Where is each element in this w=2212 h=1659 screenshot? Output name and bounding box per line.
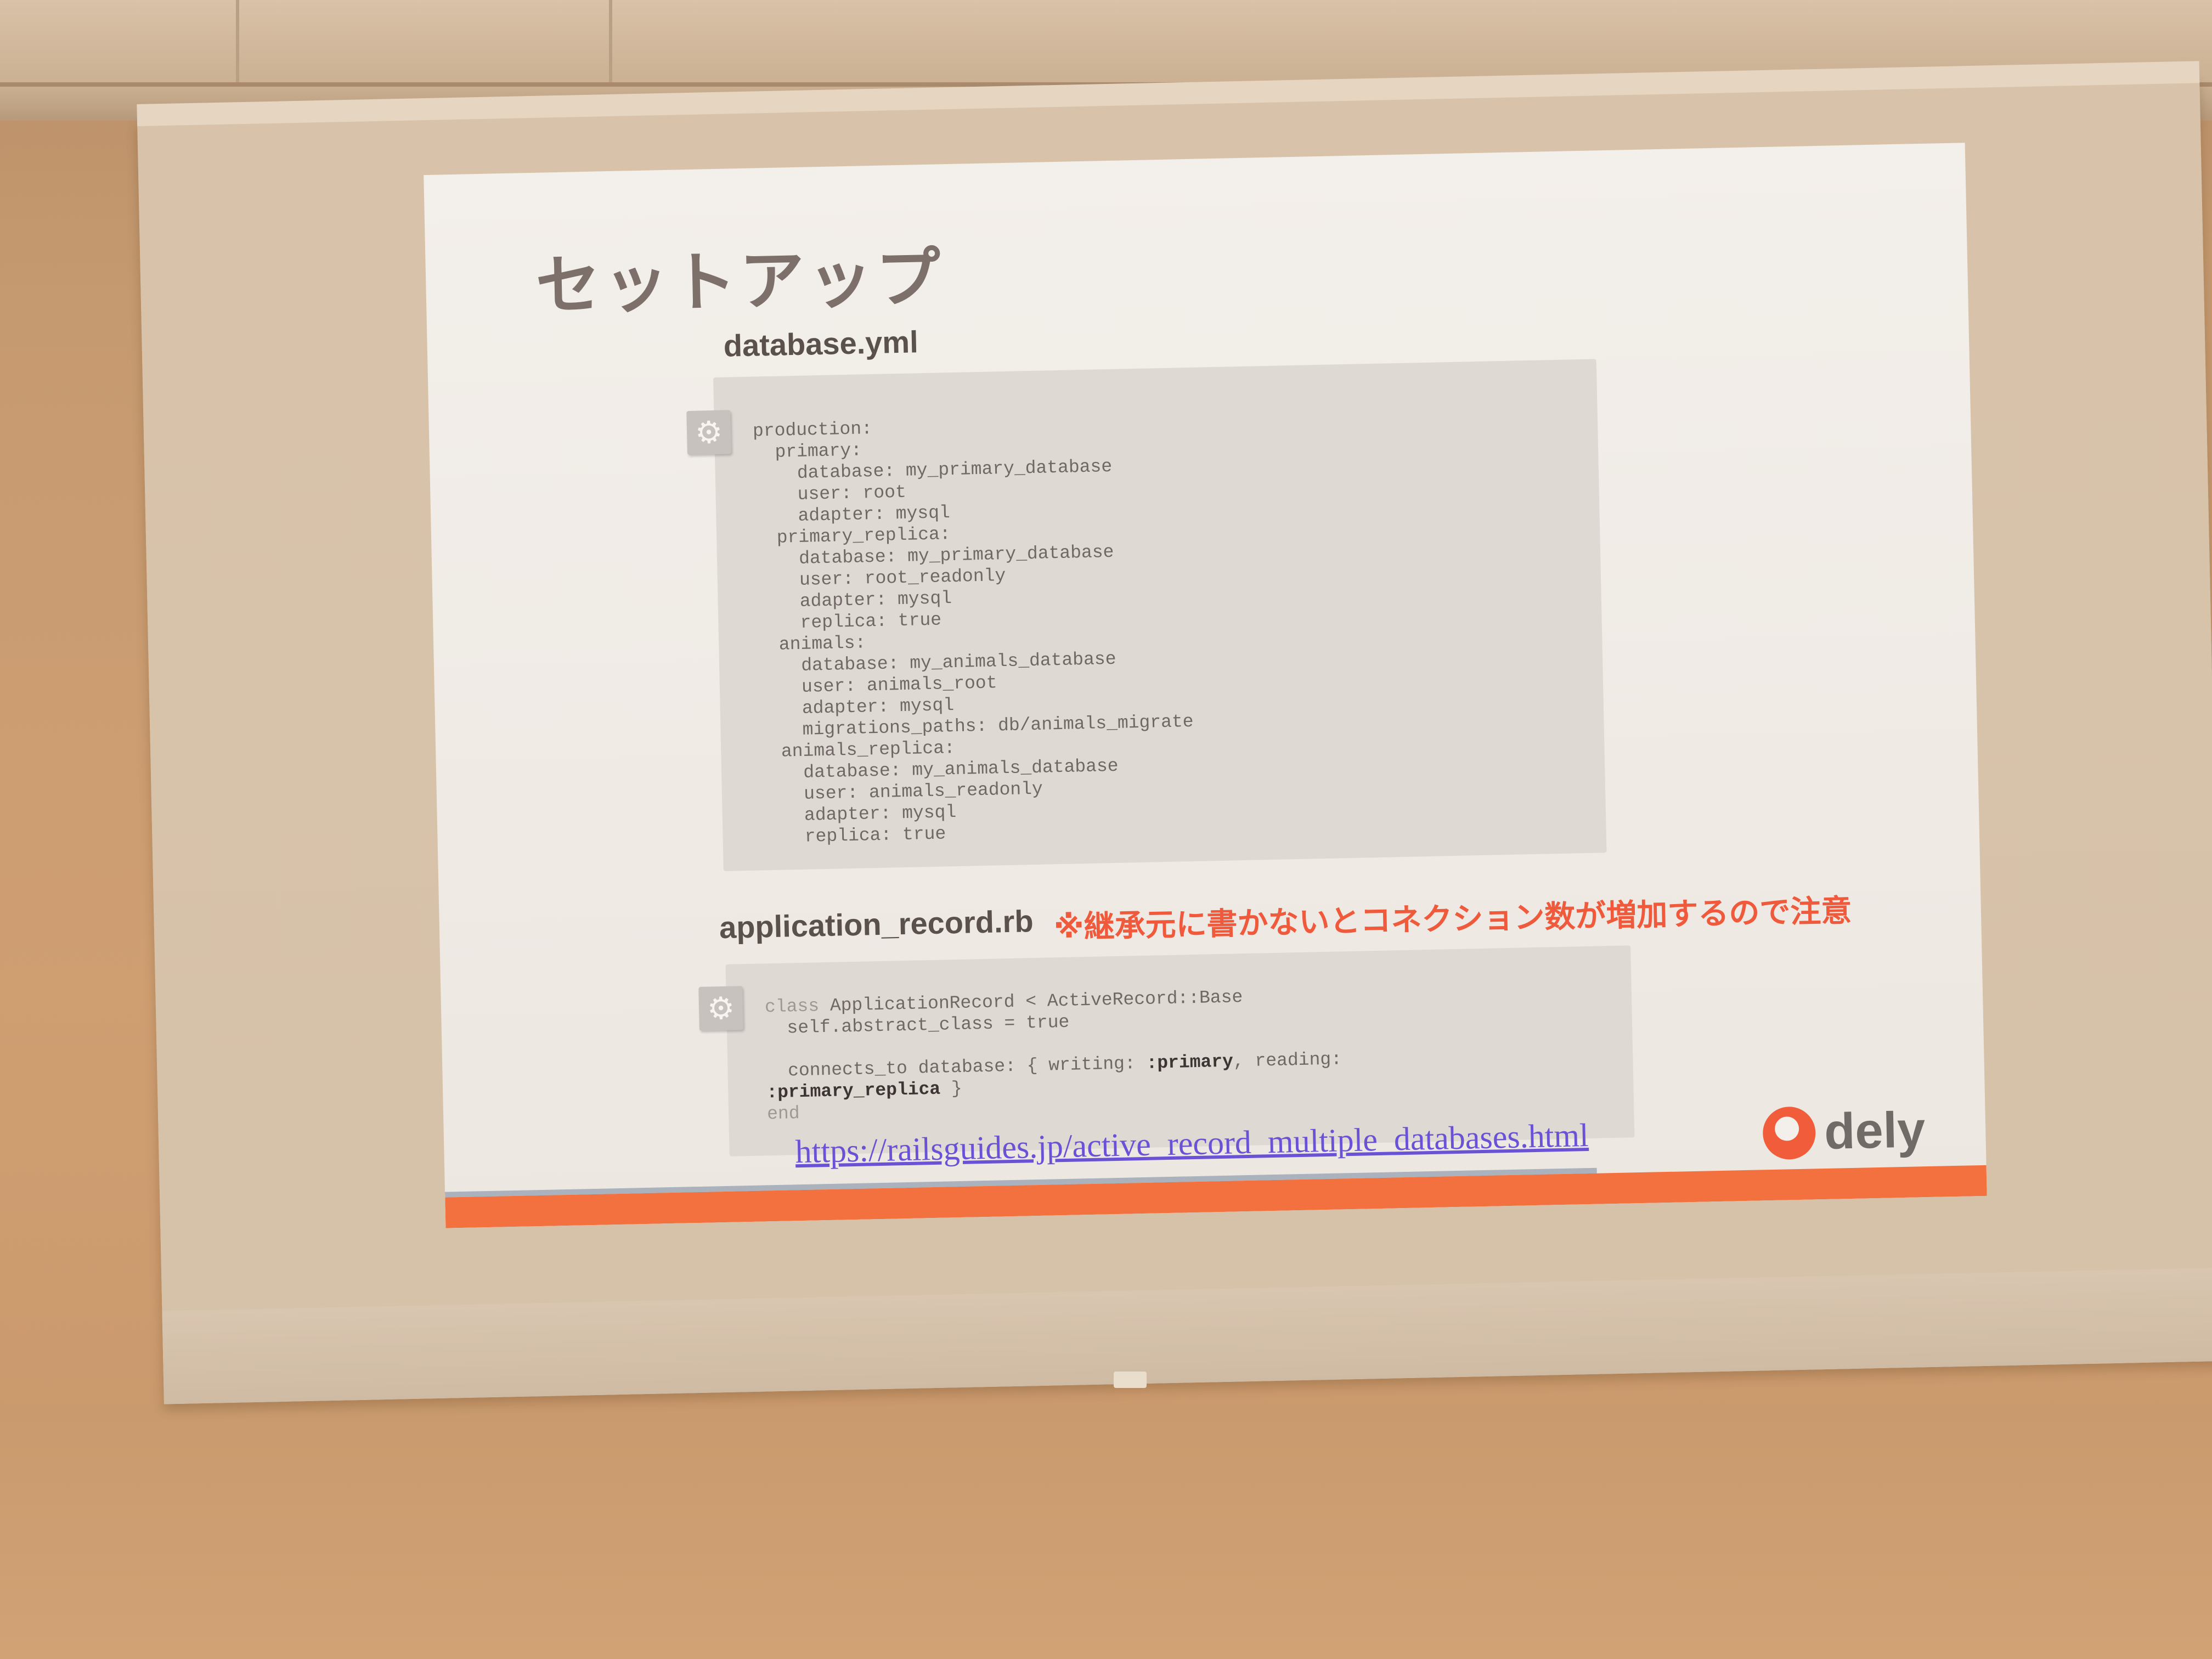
code-text: } bbox=[940, 1078, 963, 1099]
application-record-file-label: application_record.rb bbox=[719, 904, 1034, 945]
screen-sensor bbox=[1114, 1372, 1147, 1388]
screen-bottom-margin bbox=[162, 1267, 2212, 1404]
code-keyword: class bbox=[764, 996, 820, 1018]
code-keyword: end bbox=[766, 1103, 800, 1125]
database-file-label: database.yml bbox=[723, 324, 919, 363]
logo-text: dely bbox=[1824, 1102, 1926, 1160]
code-text: , reading: bbox=[1233, 1049, 1342, 1072]
dely-logo: dely bbox=[1762, 1101, 1926, 1162]
dely-logo-icon bbox=[1762, 1105, 1816, 1160]
presentation-slide: セットアップ database.yml ⚙ production: primar… bbox=[424, 143, 1987, 1228]
database-yml-code: production: primary: database: my_primar… bbox=[752, 419, 1194, 848]
code-symbol: :primary bbox=[1146, 1051, 1234, 1074]
wall bbox=[0, 1404, 2212, 1659]
ceiling-seam bbox=[236, 0, 239, 82]
code-symbol: :primary_replica bbox=[766, 1079, 941, 1103]
slide-title: セットアップ bbox=[535, 241, 945, 323]
gear-icon: ⚙ bbox=[698, 986, 743, 1031]
code-text: connects_to database: { writing: bbox=[766, 1053, 1147, 1082]
gear-icon: ⚙ bbox=[686, 410, 731, 455]
slide-footer-bar bbox=[445, 1165, 1987, 1228]
application-record-code: class ApplicationRecord < ActiveRecord::… bbox=[765, 984, 1343, 1125]
ceiling-seam bbox=[609, 0, 612, 82]
warning-note: ※継承元に書かないとコネクション数が増加するので注意 bbox=[1053, 893, 1852, 945]
projection-screen: セットアップ database.yml ⚙ production: primar… bbox=[137, 61, 2212, 1404]
